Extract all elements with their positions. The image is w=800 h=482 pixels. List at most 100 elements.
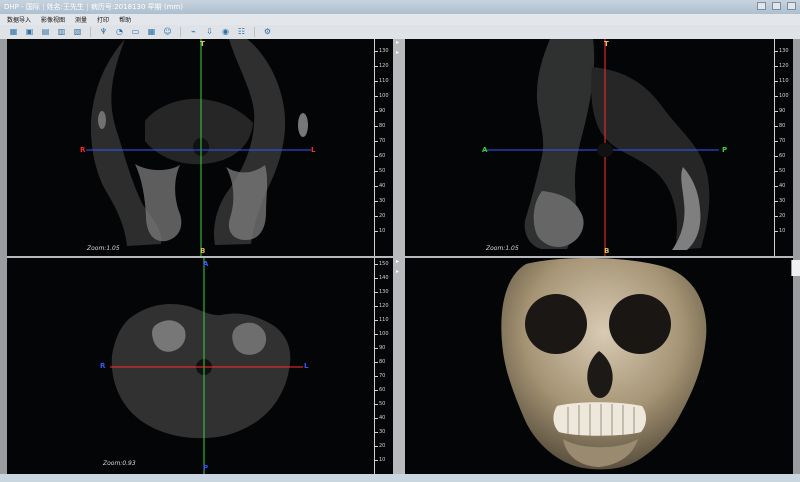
maximize-button[interactable] xyxy=(772,2,781,10)
axial-right-label: L xyxy=(304,362,309,370)
sagittal-top-label: T xyxy=(604,40,609,48)
ruler-label: 30 xyxy=(379,198,386,204)
ruler-label: 80 xyxy=(779,123,786,129)
ruler-label: 50 xyxy=(379,401,386,407)
open-icon[interactable]: ▦ xyxy=(8,27,19,37)
ruler-label: 110 xyxy=(379,317,389,323)
window-controls xyxy=(757,2,796,10)
ruler-label: 30 xyxy=(779,198,786,204)
window-title-left: DHP - 国际 xyxy=(4,3,40,11)
ruler-label: 100 xyxy=(779,93,789,99)
coronal-view[interactable]: T R L B Zoom:1.05 130 120 110 100 90 80 … xyxy=(7,39,393,256)
sagittal-bottom-label: B xyxy=(604,247,610,255)
ruler-label: 130 xyxy=(779,48,789,54)
close-button[interactable] xyxy=(787,2,796,10)
right-scroll-indicator[interactable] xyxy=(791,260,800,276)
viewer-workspace: T R L B Zoom:1.05 130 120 110 100 90 80 … xyxy=(7,39,793,475)
sagittal-view[interactable]: T A P B Zoom:1.05 130 120 110 100 90 80 … xyxy=(405,39,793,256)
ruler-icon[interactable]: ▭ xyxy=(130,27,141,37)
minimize-button[interactable] xyxy=(757,2,766,10)
axial-zoom-label: Zoom:0.93 xyxy=(103,460,136,467)
ruler-label: 150 xyxy=(379,261,389,267)
axial-image xyxy=(7,258,393,475)
ruler-label: 100 xyxy=(379,331,389,337)
sagittal-right-label: P xyxy=(722,146,728,154)
teeth-icon[interactable]: ◔ xyxy=(114,27,125,37)
menu-measure[interactable]: 测量 xyxy=(75,15,87,24)
ruler-label: 10 xyxy=(379,228,386,234)
ruler-label: 10 xyxy=(379,457,386,463)
ruler-label: 140 xyxy=(379,275,389,281)
taskbar-strip xyxy=(0,474,800,482)
face-icon[interactable]: ☺ xyxy=(162,27,173,37)
measure-icon[interactable]: ⌁ xyxy=(188,27,199,37)
ruler-label: 20 xyxy=(779,213,786,219)
save-icon[interactable]: ▣ xyxy=(24,27,35,37)
export-icon[interactable]: ⇩ xyxy=(204,27,215,37)
axial-panel-toggle-secondary[interactable]: ▸ xyxy=(396,268,402,276)
ruler-label: 60 xyxy=(379,387,386,393)
ruler-label: 10 xyxy=(779,228,786,234)
ruler-label: 80 xyxy=(379,359,386,365)
menu-help[interactable]: 帮助 xyxy=(119,15,131,24)
sagittal-panel-toggle[interactable]: ▸ xyxy=(396,49,402,57)
sagittal-left-label: A xyxy=(482,146,488,154)
menu-print[interactable]: 打印 xyxy=(97,15,109,24)
ruler-label: 40 xyxy=(379,415,386,421)
axial-bottom-label: P xyxy=(203,464,209,472)
window-title-right: 病历号:2018130 早期 xyxy=(90,3,162,11)
ruler-label: 40 xyxy=(379,183,386,189)
axial-left-label: R xyxy=(100,362,106,370)
settings-icon[interactable]: ⚙ xyxy=(262,27,273,37)
menu-bar: 数据导入 影像视图 测量 打印 帮助 xyxy=(0,14,800,25)
axial-view[interactable]: A R L P Zoom:0.93 150 140 130 120 110 10… xyxy=(7,258,393,475)
ruler-label: 110 xyxy=(779,78,789,84)
window-titlebar: DHP - 国际 | 姓名:王先生 | 病历号:2018130 早期 (mm) xyxy=(0,0,800,14)
axial-panel-toggle[interactable]: ▸ xyxy=(396,258,402,266)
ruler-label: 90 xyxy=(379,108,386,114)
window-title-mid: 姓名:王先生 xyxy=(46,3,85,11)
toolbar-divider xyxy=(90,27,91,37)
ruler-label: 40 xyxy=(779,183,786,189)
toolbar-divider xyxy=(254,27,255,37)
ruler-label: 90 xyxy=(379,345,386,351)
ruler-label: 70 xyxy=(379,373,386,379)
skull-3d-image xyxy=(405,258,793,475)
coronal-image xyxy=(7,39,393,256)
ruler-label: 120 xyxy=(379,303,389,309)
document-icon[interactable]: ▤ xyxy=(40,27,51,37)
coronal-right-label: L xyxy=(311,146,316,154)
axial-top-label: A xyxy=(203,260,209,268)
ruler-label: 130 xyxy=(379,48,389,54)
toolbar: ▦ ▣ ▤ ▥ ▧ ♆ ◔ ▭ ▦ ☺ ⌁ ⇩ ◉ ☷ ⚙ xyxy=(0,25,800,39)
folder-icon[interactable]: ▧ xyxy=(72,27,83,37)
ruler-label: 20 xyxy=(379,213,386,219)
sagittal-ruler: 130 120 110 100 90 80 70 60 50 40 30 20 … xyxy=(765,39,793,256)
camera-icon[interactable]: ◉ xyxy=(220,27,231,37)
ruler-label: 120 xyxy=(779,63,789,69)
ruler-label: 20 xyxy=(379,443,386,449)
coronal-top-label: T xyxy=(200,40,205,48)
coronal-left-label: R xyxy=(80,146,86,154)
menu-view[interactable]: 影像视图 xyxy=(41,15,65,24)
ruler-label: 90 xyxy=(779,108,786,114)
grid-icon[interactable]: ▦ xyxy=(146,27,157,37)
ruler-label: 60 xyxy=(779,153,786,159)
volume-3d-view[interactable] xyxy=(405,258,793,475)
print-icon[interactable]: ▥ xyxy=(56,27,67,37)
ruler-label: 30 xyxy=(379,429,386,435)
menu-import[interactable]: 数据导入 xyxy=(7,15,31,24)
ruler-label: 50 xyxy=(779,168,786,174)
ruler-label: 130 xyxy=(379,289,389,295)
ruler-label: 60 xyxy=(379,153,386,159)
axial-ruler: 150 140 130 120 110 100 90 80 70 60 50 4… xyxy=(365,258,393,475)
tooth-icon[interactable]: ♆ xyxy=(98,27,109,37)
coronal-zoom-label: Zoom:1.05 xyxy=(87,245,120,252)
coronal-ruler: 130 120 110 100 90 80 70 60 50 40 30 20 … xyxy=(365,39,393,256)
ruler-label: 80 xyxy=(379,123,386,129)
layers-icon[interactable]: ☷ xyxy=(236,27,247,37)
ruler-label: 120 xyxy=(379,63,389,69)
ruler-label: 70 xyxy=(379,138,386,144)
coronal-panel-toggle[interactable]: ▸ xyxy=(396,39,402,47)
ruler-label: 110 xyxy=(379,78,389,84)
